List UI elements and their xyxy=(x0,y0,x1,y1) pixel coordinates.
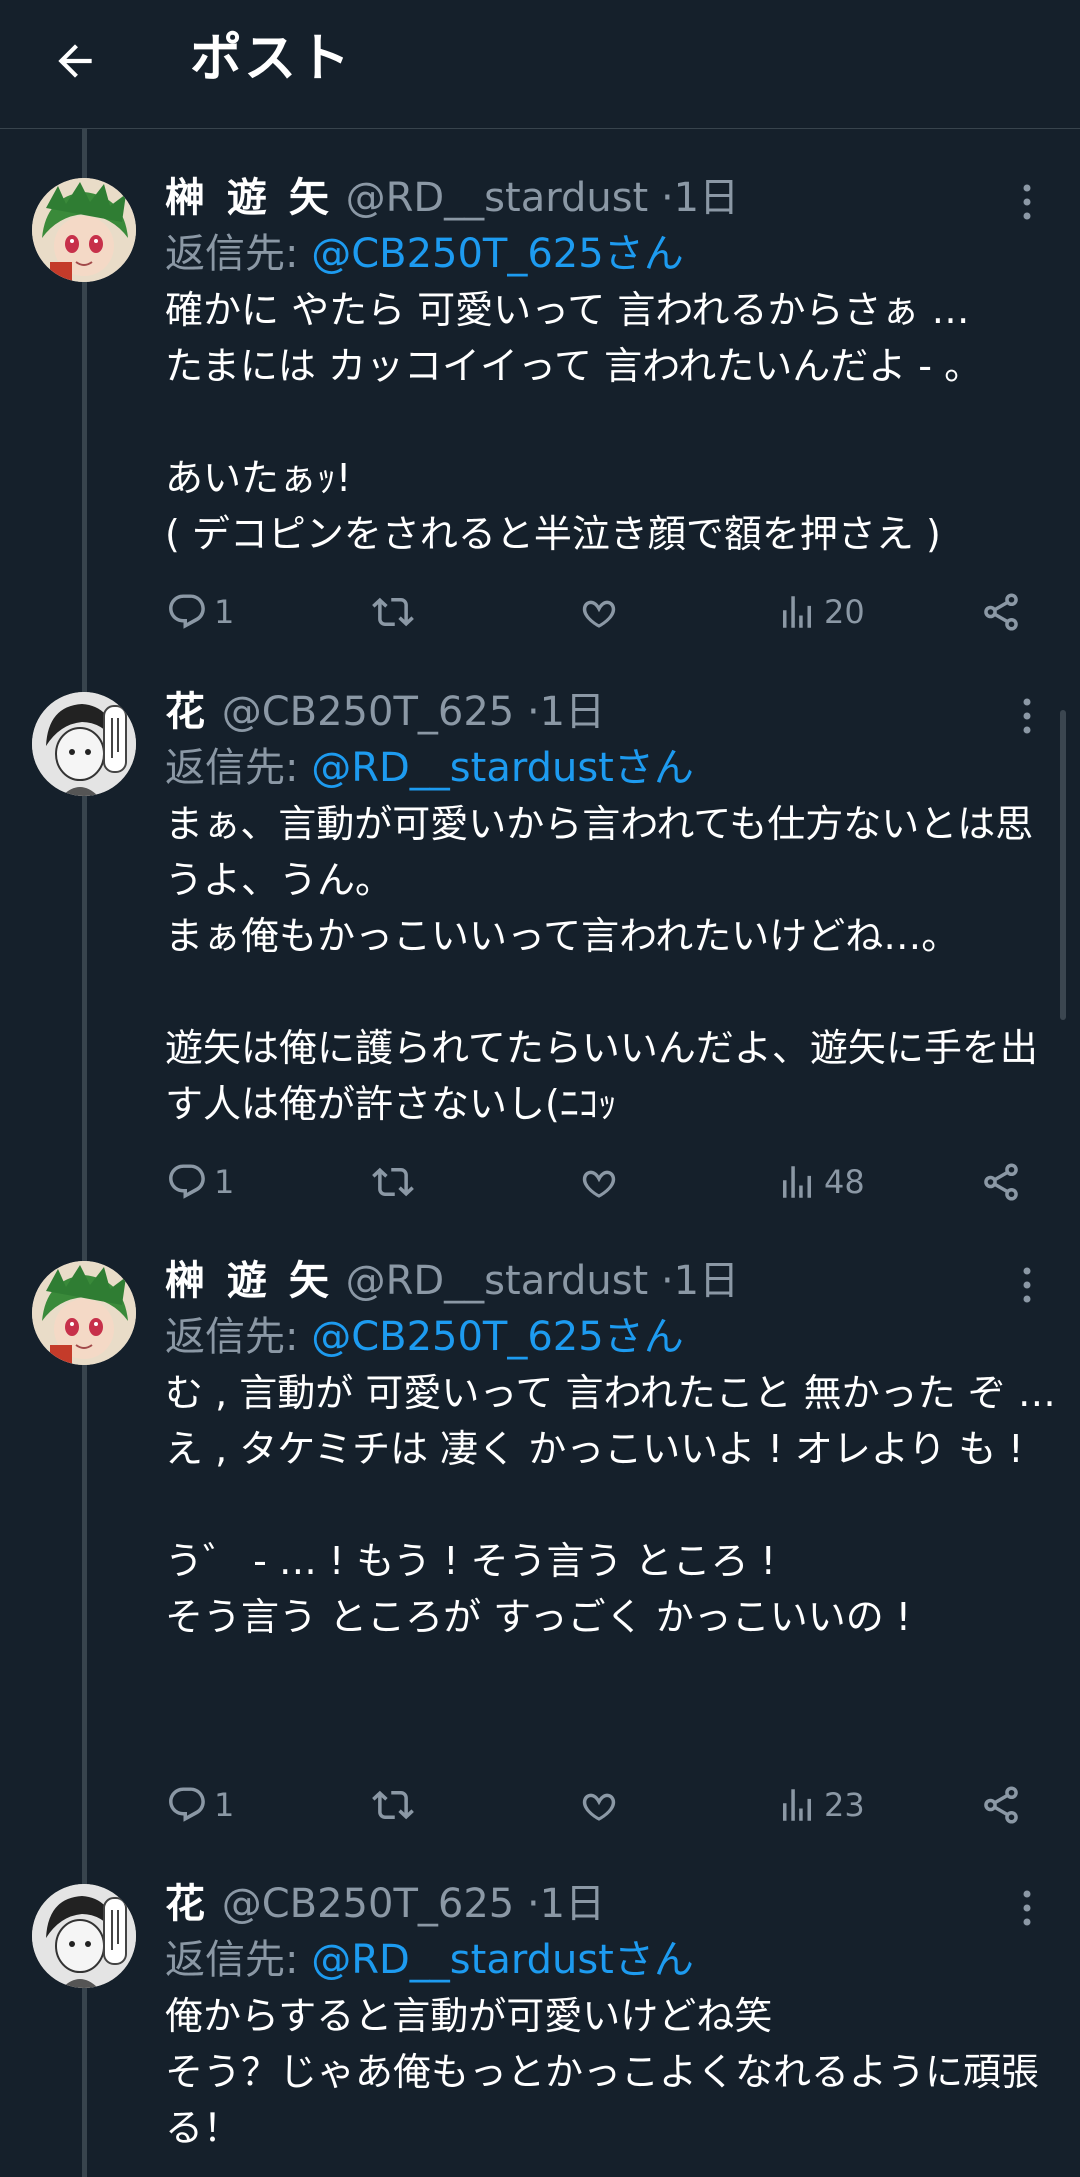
timestamp[interactable]: 1日 xyxy=(540,1881,605,1927)
share-icon xyxy=(984,1786,1018,1824)
separator-dot: · xyxy=(660,175,674,221)
tweet-header: 花 @CB250T_625 ·1日 xyxy=(165,684,605,740)
retweet-button[interactable] xyxy=(372,582,414,642)
reply-icon xyxy=(169,1787,205,1822)
tweet-header: 花 @CB250T_625 ·1日 xyxy=(165,1876,605,1932)
green-haired-character-avatar-image xyxy=(32,1261,136,1365)
retweet-icon xyxy=(372,1790,414,1820)
reply-target-link[interactable]: @RD__stardustさん xyxy=(311,745,694,791)
page-title: ポスト xyxy=(190,29,353,89)
share-button[interactable] xyxy=(980,1152,1022,1212)
tweet-text: 俺からすると言動が可愛いけどね笑 そう？じゃあ俺もっとかっこよくなれるように頑張… xyxy=(165,1994,1040,2150)
timestamp[interactable]: 1日 xyxy=(540,689,605,735)
reply-prefix: 返信先: xyxy=(165,1314,299,1360)
separator-dot: · xyxy=(526,689,540,735)
user-handle[interactable]: @CB250T_625 xyxy=(222,689,515,735)
views-count: 23 xyxy=(824,1786,865,1824)
retweet-icon xyxy=(372,597,414,627)
views-icon xyxy=(783,596,811,628)
avatar[interactable] xyxy=(32,1884,136,1988)
more-icon[interactable] xyxy=(1010,182,1044,222)
reply-prefix: 返信先: xyxy=(165,745,299,791)
retweet-icon xyxy=(372,1167,414,1197)
user-handle[interactable]: @RD__stardust xyxy=(346,175,649,221)
share-button[interactable] xyxy=(980,582,1022,642)
reply-count: 1 xyxy=(214,1163,235,1201)
manga-character-avatar-image xyxy=(32,1884,136,1988)
like-icon xyxy=(582,1170,616,1198)
top-bar: ポスト xyxy=(0,0,1080,129)
manga-character-avatar-image xyxy=(32,692,136,796)
reply-prefix: 返信先: xyxy=(165,231,299,277)
back-arrow-icon[interactable] xyxy=(50,36,100,86)
reply-count: 1 xyxy=(214,1786,235,1824)
views-button[interactable]: 48 xyxy=(776,1152,865,1212)
tweet-actions: 1 48 xyxy=(0,1152,1080,1212)
tweet-text: 確かに やたら 可愛いって 言われるからさぁ … たまには カッコイイって 言わ… xyxy=(165,288,983,556)
reply-icon xyxy=(169,594,205,629)
more-icon[interactable] xyxy=(1010,1265,1044,1305)
share-icon xyxy=(984,1163,1018,1201)
display-name[interactable]: 榊 遊 矢 xyxy=(165,1258,333,1304)
retweet-button[interactable] xyxy=(372,1775,414,1835)
reply-target-link[interactable]: @CB250T_625さん xyxy=(311,231,684,277)
like-icon xyxy=(582,600,616,628)
timestamp[interactable]: 1日 xyxy=(674,175,739,221)
reply-count: 1 xyxy=(214,593,235,631)
tweet-actions: 1 20 xyxy=(0,582,1080,642)
tweet-header: 榊 遊 矢 @RD__stardust ·1日 xyxy=(165,170,739,226)
display-name[interactable]: 榊 遊 矢 xyxy=(165,175,333,221)
separator-dot: · xyxy=(660,1258,674,1304)
reply-prefix: 返信先: xyxy=(165,1937,299,1983)
avatar[interactable] xyxy=(32,692,136,796)
avatar[interactable] xyxy=(32,178,136,282)
reply-target-link[interactable]: @CB250T_625さん xyxy=(311,1314,684,1360)
reply-to: 返信先: @RD__stardustさん xyxy=(165,1932,694,1988)
share-button[interactable] xyxy=(980,1775,1022,1835)
views-button[interactable]: 23 xyxy=(776,1775,865,1835)
tweet-text: まぁ、言動が可愛いから言われても仕方ないとは思うよ、うん。 まぁ俺もかっこいいっ… xyxy=(165,802,1038,1126)
share-icon xyxy=(984,593,1018,631)
views-icon xyxy=(783,1166,811,1198)
views-count: 48 xyxy=(824,1163,865,1201)
separator-dot: · xyxy=(526,1881,540,1927)
tweet-header: 榊 遊 矢 @RD__stardust ·1日 xyxy=(165,1253,739,1309)
green-haired-character-avatar-image xyxy=(32,178,136,282)
reply-icon xyxy=(169,1164,205,1199)
views-icon xyxy=(783,1789,811,1821)
reply-button[interactable]: 1 xyxy=(166,1775,234,1835)
views-button[interactable]: 20 xyxy=(776,582,865,642)
timestamp[interactable]: 1日 xyxy=(674,1258,739,1304)
more-icon[interactable] xyxy=(1010,1888,1044,1928)
reply-button[interactable]: 1 xyxy=(166,582,234,642)
more-icon[interactable] xyxy=(1010,696,1044,736)
reply-button[interactable]: 1 xyxy=(166,1152,234,1212)
reply-to: 返信先: @RD__stardustさん xyxy=(165,740,694,796)
display-name[interactable]: 花 xyxy=(165,1881,209,1927)
like-button[interactable] xyxy=(578,1775,620,1835)
reply-to: 返信先: @CB250T_625さん xyxy=(165,1309,684,1365)
retweet-button[interactable] xyxy=(372,1152,414,1212)
scrollbar[interactable] xyxy=(1060,710,1066,1020)
user-handle[interactable]: @RD__stardust xyxy=(346,1258,649,1304)
reply-to: 返信先: @CB250T_625さん xyxy=(165,226,684,282)
like-icon xyxy=(582,1793,616,1821)
reply-target-link[interactable]: @RD__stardustさん xyxy=(311,1937,694,1983)
user-handle[interactable]: @CB250T_625 xyxy=(222,1881,515,1927)
display-name[interactable]: 花 xyxy=(165,689,209,735)
views-count: 20 xyxy=(824,593,865,631)
avatar[interactable] xyxy=(32,1261,136,1365)
like-button[interactable] xyxy=(578,582,620,642)
tweet-actions: 1 23 xyxy=(0,1775,1080,1835)
tweet-text: む , 言動が 可愛いって 言われたこと 無かった ぞ … え , タケミチは … xyxy=(165,1371,1056,1639)
like-button[interactable] xyxy=(578,1152,620,1212)
